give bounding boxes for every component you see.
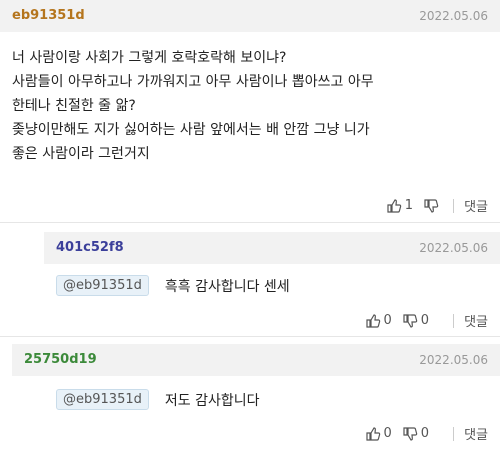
- comment-author[interactable]: eb91351d: [12, 8, 85, 23]
- divider: [0, 222, 500, 223]
- comment-line: 사람들이 아무하고나 가까워지고 아무 사람이나 뽑아쓰고 아무: [12, 74, 374, 90]
- like-button[interactable]: 0: [365, 313, 402, 329]
- reply-actions: 0 0 댓글: [365, 424, 488, 443]
- reply-button[interactable]: 댓글: [464, 424, 488, 443]
- dislike-button[interactable]: [423, 198, 439, 214]
- reply-author[interactable]: 401c52f8: [56, 240, 124, 255]
- like-count: 0: [383, 313, 392, 328]
- reply-date: 2022.05.06: [419, 241, 488, 255]
- reply-author[interactable]: 25750d19: [24, 352, 97, 367]
- dislike-button[interactable]: 0: [402, 426, 439, 442]
- like-button[interactable]: 1: [386, 198, 423, 214]
- divider: [0, 336, 500, 337]
- thumbs-down-icon: [403, 313, 418, 328]
- reply-text: 흑흑 감사합니다 센세: [164, 278, 290, 295]
- reply-text: 저도 감사합니다: [164, 392, 260, 409]
- comment-header: eb91351d 2022.05.06: [0, 0, 500, 32]
- dislike-count: 0: [420, 313, 430, 328]
- reply-header: 401c52f8 2022.05.06: [44, 232, 500, 264]
- thumbs-up-icon: [365, 426, 380, 441]
- thumbs-down-icon: [424, 198, 439, 213]
- thumbs-down-icon: [403, 426, 418, 441]
- comment-actions: 1 댓글: [386, 196, 488, 215]
- comment-line: 한테나 친절한 줄 앎?: [12, 98, 136, 114]
- comment-line: 좋은 사람이라 그런거지: [12, 146, 150, 162]
- reply-button[interactable]: 댓글: [464, 196, 488, 215]
- mention-tag[interactable]: @eb91351d: [56, 389, 149, 410]
- reply-date: 2022.05.06: [419, 353, 488, 367]
- reply-body: @eb91351d 흑흑 감사합니다 센세: [56, 275, 290, 296]
- mention-tag[interactable]: @eb91351d: [56, 275, 149, 296]
- action-separator: [453, 313, 455, 328]
- reply-header: 25750d19 2022.05.06: [12, 344, 500, 376]
- comment-date: 2022.05.06: [419, 9, 488, 23]
- comment-line: 너 사람이랑 사회가 그렇게 호락호락해 보이냐?: [12, 50, 287, 66]
- dislike-button[interactable]: 0: [402, 313, 439, 329]
- like-count: 1: [404, 198, 414, 213]
- like-count: 0: [383, 426, 392, 441]
- dislike-count: 0: [420, 426, 430, 441]
- action-separator: [453, 426, 455, 441]
- thumbs-up-icon: [387, 198, 402, 213]
- reply-body: @eb91351d 저도 감사합니다: [56, 389, 259, 410]
- thumbs-up-icon: [365, 313, 380, 328]
- like-button[interactable]: 0: [365, 426, 402, 442]
- reply-actions: 0 0 댓글: [365, 311, 488, 330]
- comment-line: 좆냥이만해도 지가 싫어하는 사람 앞에서는 배 안깜 그냥 니가: [12, 122, 370, 138]
- reply-button[interactable]: 댓글: [464, 311, 488, 330]
- action-separator: [453, 198, 455, 213]
- comment-body: 너 사람이랑 사회가 그렇게 호락호락해 보이냐? 사람들이 아무하고나 가까워…: [12, 46, 492, 166]
